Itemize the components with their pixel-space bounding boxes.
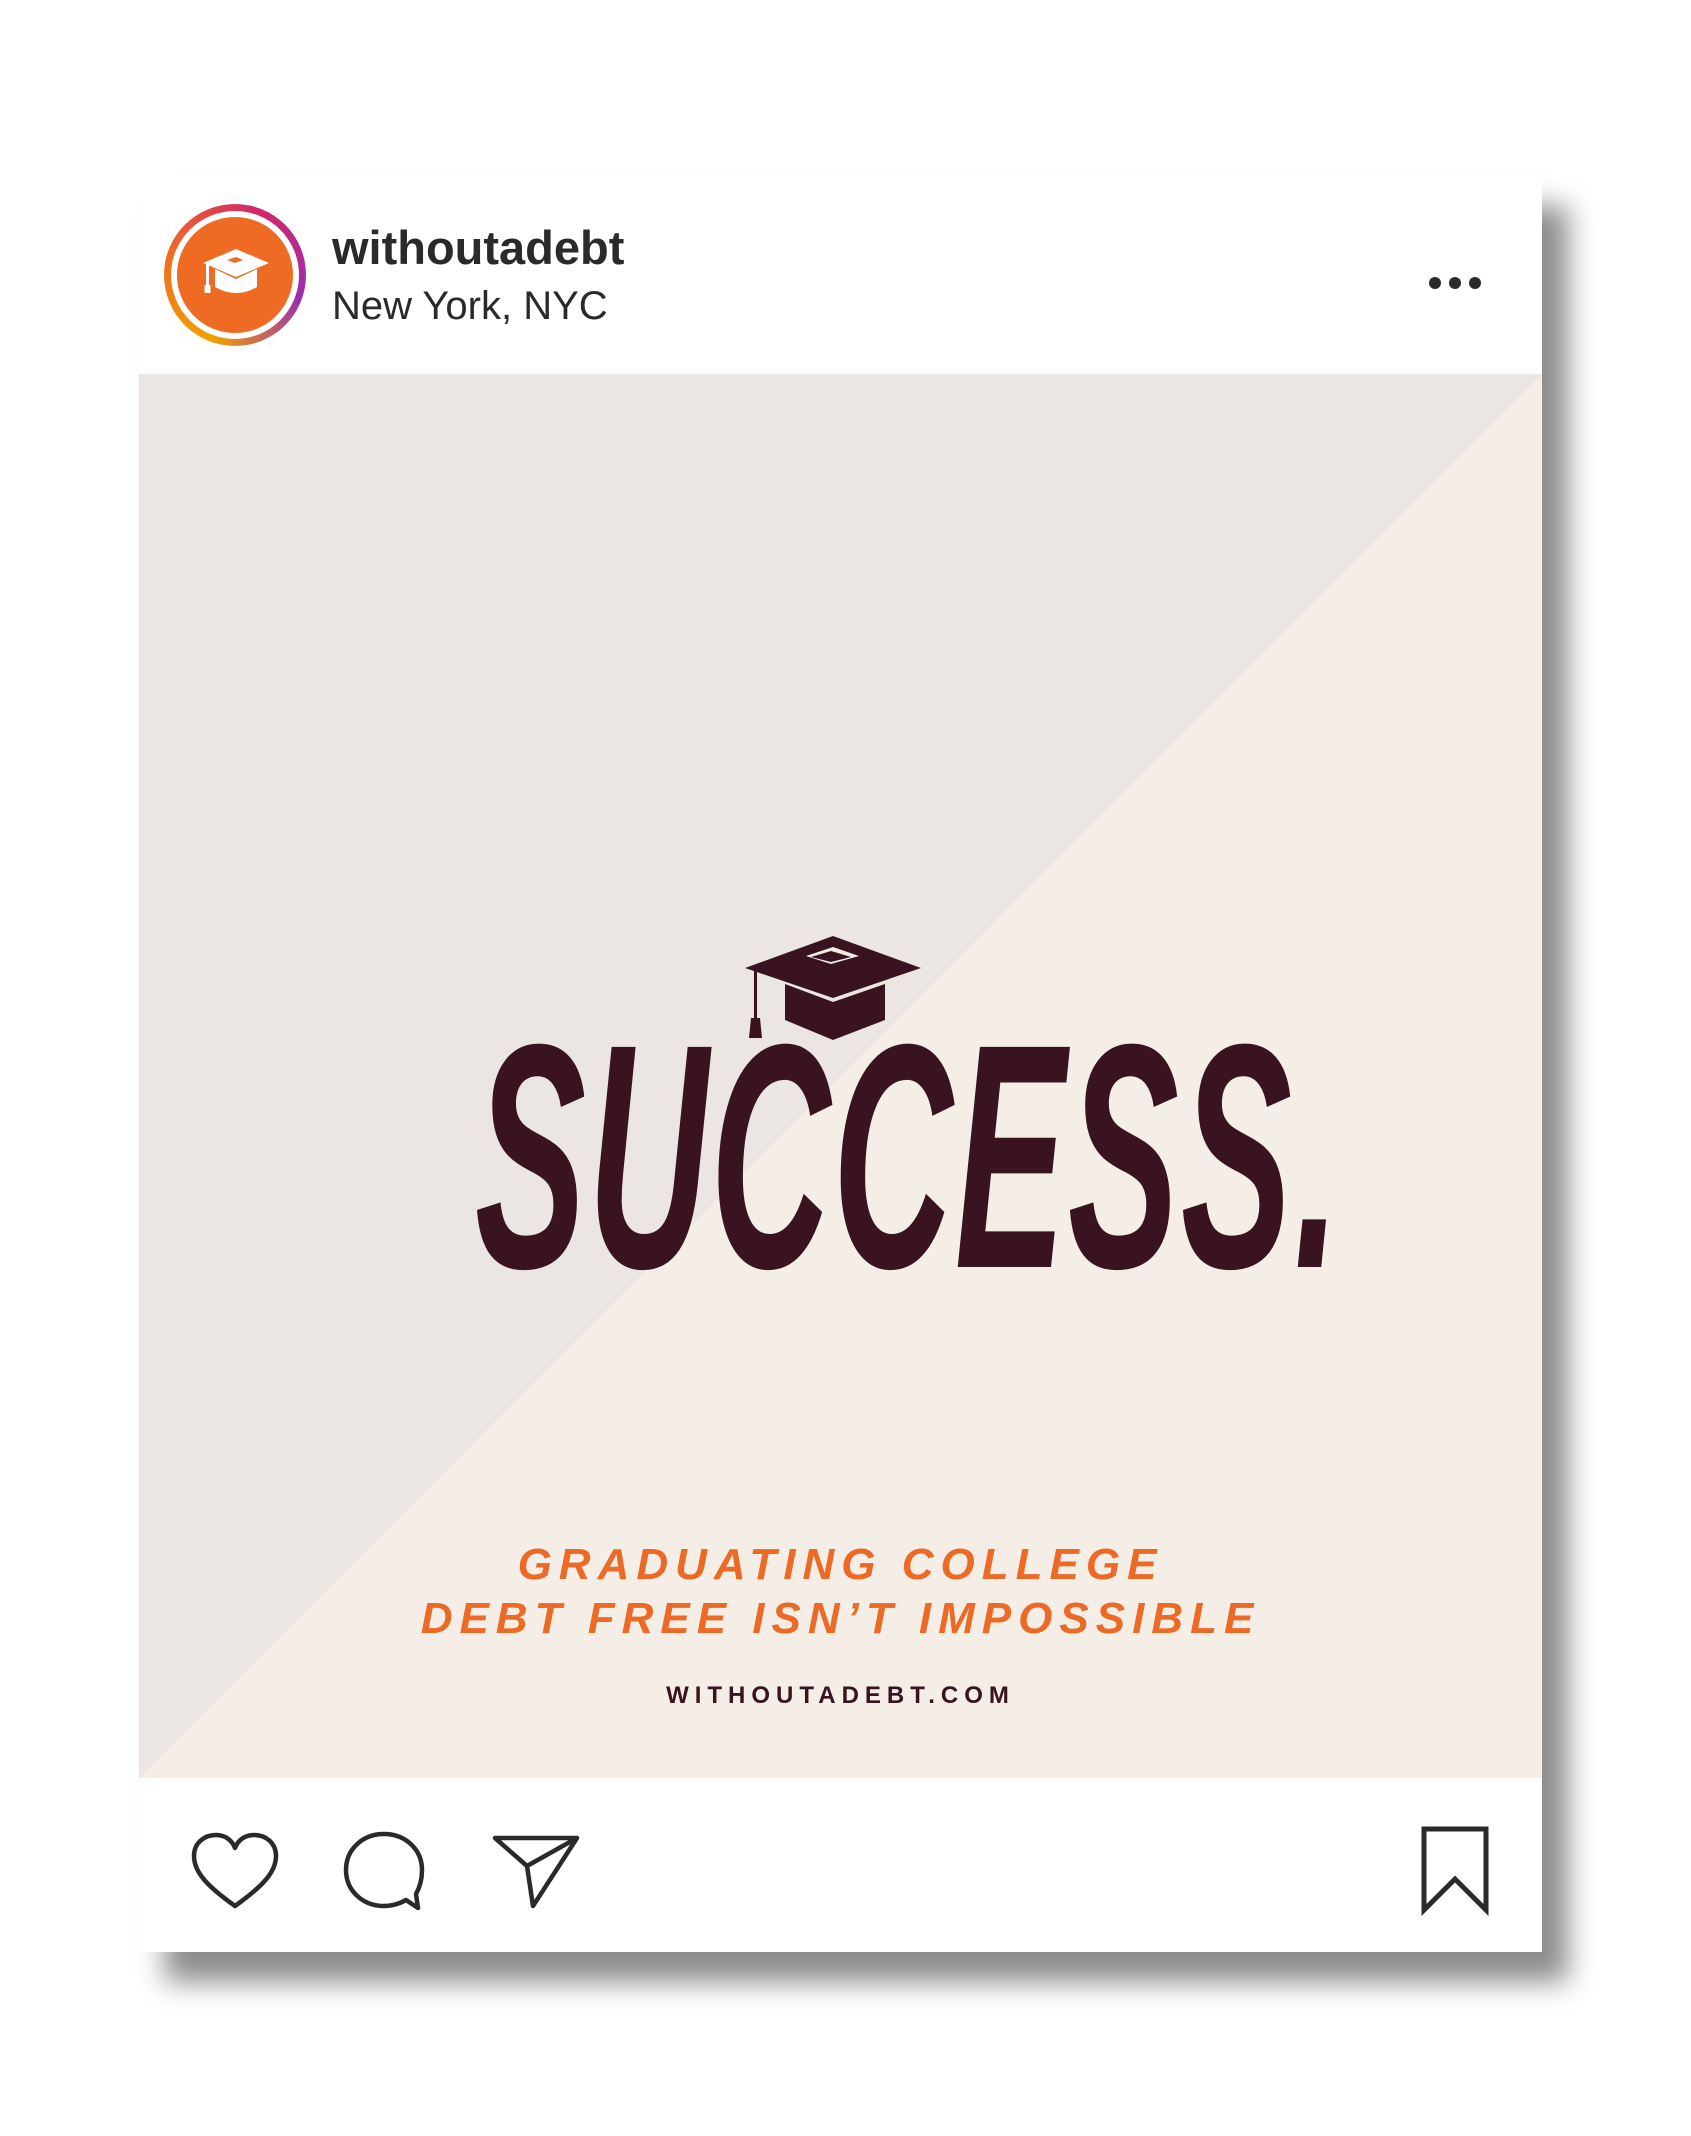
more-options-icon[interactable] (1425, 268, 1485, 298)
tagline-line-2: DEBT FREE ISN’T IMPOSSIBLE (420, 1594, 1261, 1643)
post-actions-bar (139, 1778, 1542, 1952)
avatar[interactable] (164, 204, 306, 346)
website-url: WITHOUTADEBT.COM (666, 1682, 1015, 1709)
graduation-cap-icon (203, 249, 269, 293)
comment-icon[interactable] (340, 1828, 428, 1916)
tagline-line-1: GRADUATING COLLEGE (517, 1540, 1164, 1589)
bookmark-icon[interactable] (1419, 1824, 1491, 1916)
tagline: GRADUATING COLLEGE DEBT FREE ISN’T IMPOS… (139, 1538, 1542, 1646)
post-username[interactable]: withoutadebt (332, 220, 624, 275)
post-location[interactable]: New York, NYC (332, 284, 608, 329)
headline: SUCCESS. (475, 977, 1343, 1335)
instagram-post: withoutadebt New York, NYC SUCCESS. GRAD… (139, 176, 1542, 1952)
send-icon[interactable] (491, 1830, 581, 1910)
heart-icon[interactable] (189, 1830, 281, 1912)
post-header: withoutadebt New York, NYC (139, 176, 1542, 374)
post-image: SUCCESS. GRADUATING COLLEGE DEBT FREE IS… (139, 374, 1542, 1778)
